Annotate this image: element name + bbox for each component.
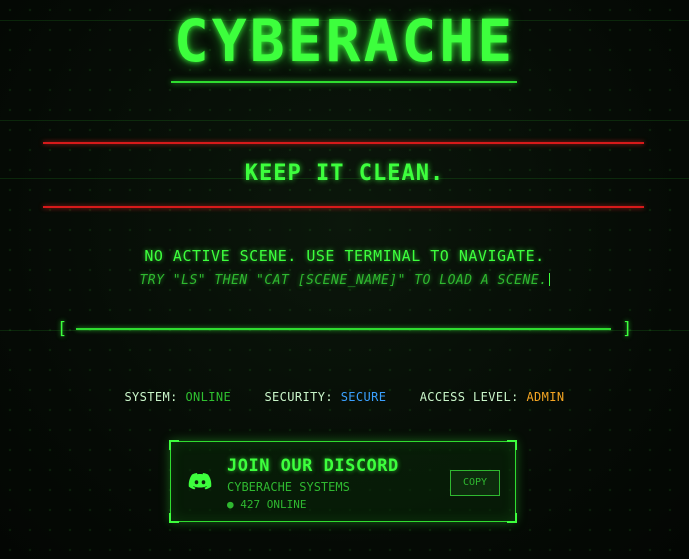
system-status-value: ONLINE xyxy=(185,390,232,404)
discord-online-count: ● 427 ONLINE xyxy=(227,498,307,511)
text-cursor xyxy=(548,273,550,286)
security-status-label: SECURITY: xyxy=(264,390,334,404)
status-bar: SYSTEM: ONLINE SECURITY: SECURE ACCESS L… xyxy=(0,390,689,404)
alert-divider-bottom xyxy=(43,206,644,208)
access-level-value: ADMIN xyxy=(526,390,565,404)
system-status-label: SYSTEM: xyxy=(124,390,178,404)
security-status-value: SECURE xyxy=(340,390,387,404)
discord-title: JOIN OUR DISCORD xyxy=(227,456,399,476)
progress-left-bracket: [ xyxy=(57,319,68,339)
progress-right-bracket: ] xyxy=(622,319,633,339)
alert-divider-top xyxy=(43,142,644,144)
discord-server-name: CYBERACHE SYSTEMS xyxy=(227,480,350,494)
terminal-hint: TRY "LS" THEN "CAT [SCENE_NAME]" TO LOAD… xyxy=(0,273,689,288)
terminal-message: NO ACTIVE SCENE. USE TERMINAL TO NAVIGAT… xyxy=(144,247,545,265)
title-underline xyxy=(171,81,517,83)
terminal-hint-text: TRY "LS" THEN "CAT [SCENE_NAME]" TO LOAD… xyxy=(139,273,548,288)
access-level-label: ACCESS LEVEL: xyxy=(419,390,519,404)
copy-button[interactable]: COPY xyxy=(450,470,500,496)
site-title: CYBERACHE xyxy=(173,7,516,75)
discord-icon xyxy=(188,473,212,490)
progress-bar xyxy=(76,328,611,330)
tagline: KEEP IT CLEAN. xyxy=(244,161,445,186)
discord-card[interactable]: JOIN OUR DISCORD CYBERACHE SYSTEMS ● 427… xyxy=(169,440,517,523)
